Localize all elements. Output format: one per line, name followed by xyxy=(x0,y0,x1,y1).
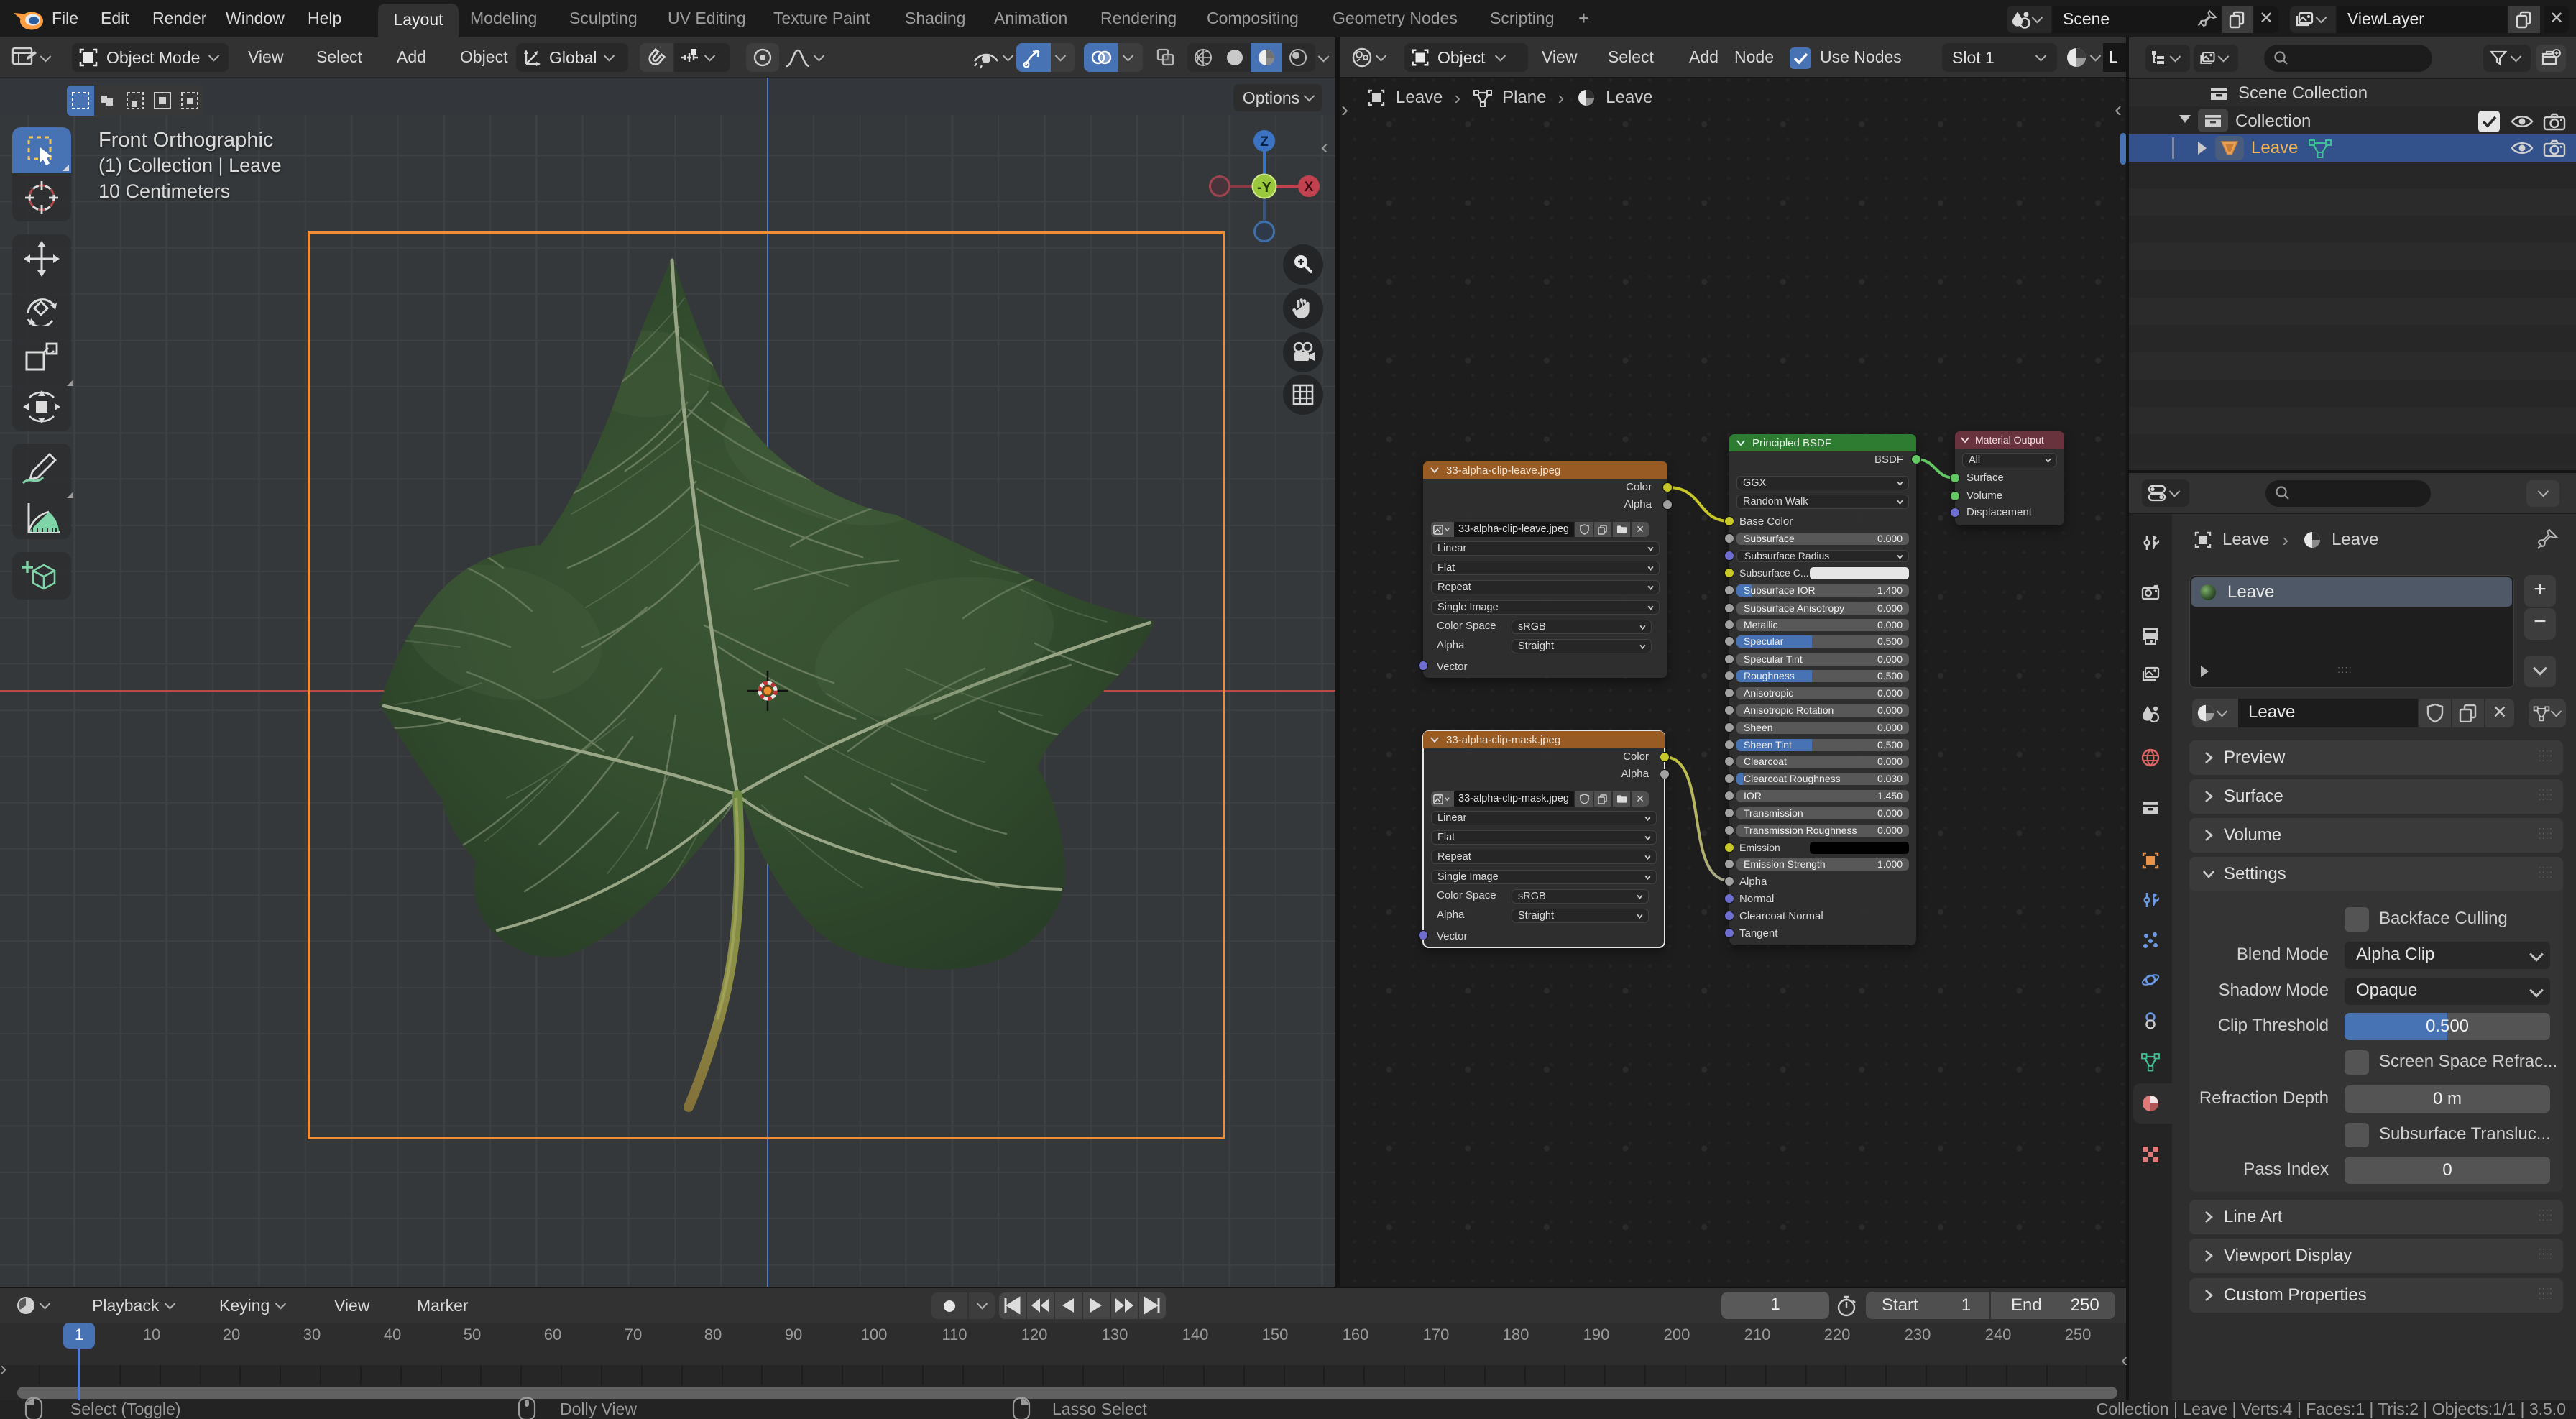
svg-text:Z: Z xyxy=(1260,134,1269,150)
svg-text:X: X xyxy=(1305,180,1314,195)
svg-text:-Y: -Y xyxy=(1257,180,1272,196)
